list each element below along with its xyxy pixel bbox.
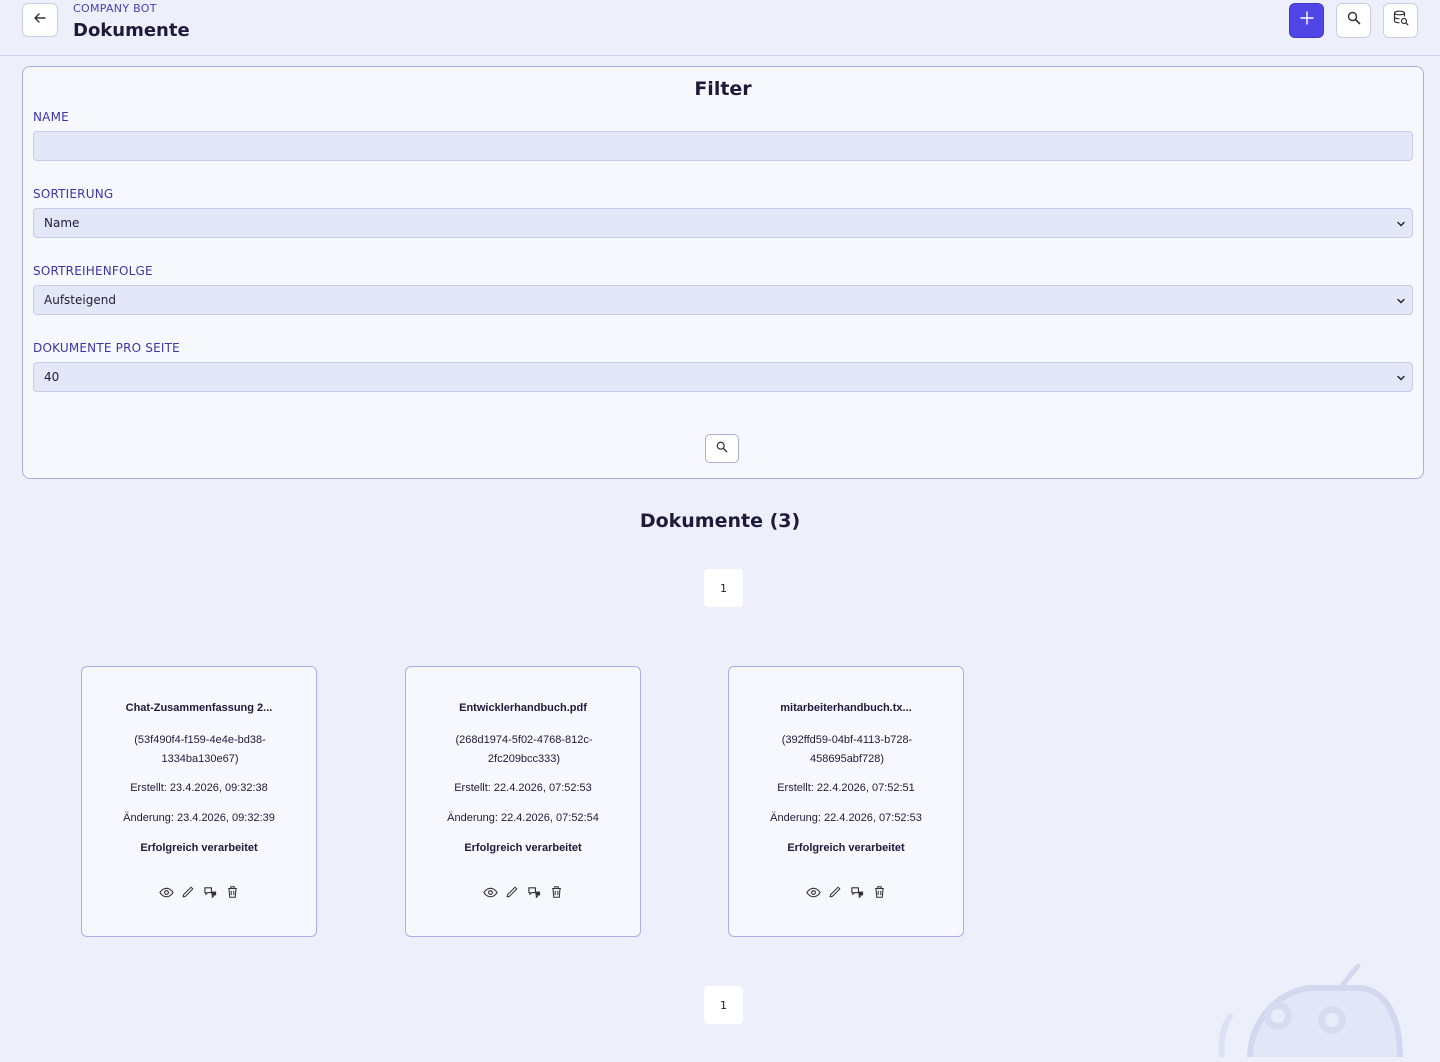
- pagination-bottom-page[interactable]: 1: [704, 986, 743, 1024]
- document-changed: Änderung: 22.4.2026, 07:52:54: [447, 812, 599, 824]
- eye-icon[interactable]: [482, 884, 498, 900]
- apply-filter-button[interactable]: [705, 434, 739, 463]
- eye-icon[interactable]: [805, 884, 821, 900]
- documents-heading: Dokumente (3): [639, 510, 801, 532]
- page-title: Dokumente: [73, 20, 190, 41]
- trash-icon[interactable]: [224, 884, 240, 900]
- document-changed: Änderung: 23.4.2026, 09:32:39: [123, 812, 275, 824]
- filter-panel: Filter NAME SORTIERUNG Name SORTREIHENFO…: [22, 66, 1424, 479]
- trash-icon[interactable]: [548, 884, 564, 900]
- order-select[interactable]: Aufsteigend: [33, 285, 1413, 315]
- chat-icon[interactable]: [526, 884, 542, 900]
- database-search-button[interactable]: [1383, 3, 1418, 38]
- document-name: Entwicklerhandbuch.pdf: [459, 702, 587, 714]
- document-name: mitarbeiterhandbuch.tx...: [780, 702, 912, 714]
- per-page-select[interactable]: 40: [33, 362, 1413, 392]
- document-created: Erstellt: 22.4.2026, 07:52:51: [777, 782, 915, 794]
- chat-icon[interactable]: [202, 884, 218, 900]
- document-id: (392ffd59-04bf-4113-b728-458695abf728): [781, 734, 913, 765]
- document-card[interactable]: Chat-Zusammenfassung 2... (53f490f4-f159…: [81, 666, 317, 937]
- chevron-down-icon: [1396, 372, 1406, 386]
- chevron-down-icon: [1396, 295, 1406, 309]
- plus-icon: [1299, 11, 1314, 30]
- database-search-icon: [1393, 10, 1409, 31]
- add-document-button[interactable]: [1289, 3, 1324, 38]
- sort-label: SORTIERUNG: [33, 187, 114, 201]
- search-button[interactable]: [1336, 3, 1371, 38]
- document-created: Erstellt: 23.4.2026, 09:32:38: [130, 782, 268, 794]
- document-id: (268d1974-5f02-4768-812c-2fc209bcc333): [455, 734, 593, 765]
- pencil-icon[interactable]: [504, 884, 520, 900]
- document-card[interactable]: mitarbeiterhandbuch.tx... (392ffd59-04bf…: [728, 666, 964, 937]
- chevron-down-icon: [1396, 218, 1406, 232]
- arrow-left-icon: [33, 11, 47, 30]
- order-select-value: Aufsteigend: [44, 293, 116, 307]
- search-icon: [716, 440, 728, 458]
- pencil-icon[interactable]: [827, 884, 843, 900]
- filter-title: Filter: [694, 78, 752, 100]
- pencil-icon[interactable]: [180, 884, 196, 900]
- document-created: Erstellt: 22.4.2026, 07:52:53: [454, 782, 592, 794]
- document-actions: [82, 884, 316, 900]
- sort-select[interactable]: Name: [33, 208, 1413, 238]
- document-status: Erfolgreich verarbeitet: [140, 842, 258, 854]
- per-page-select-value: 40: [44, 370, 60, 384]
- document-actions: [729, 884, 963, 900]
- order-label: SORTREIHENFOLGE: [33, 264, 153, 278]
- per-page-label: DOKUMENTE PRO SEITE: [33, 341, 180, 355]
- top-bar: COMPANY BOT Dokumente: [0, 0, 1440, 56]
- document-changed: Änderung: 22.4.2026, 07:52:53: [770, 812, 922, 824]
- trash-icon[interactable]: [871, 884, 887, 900]
- document-actions: [406, 884, 640, 900]
- robot-mascot-icon: [1210, 960, 1440, 1062]
- pagination-top-page[interactable]: 1: [704, 569, 743, 607]
- document-status: Erfolgreich verarbeitet: [787, 842, 905, 854]
- search-icon: [1347, 11, 1361, 30]
- sort-select-value: Name: [44, 216, 80, 230]
- document-status: Erfolgreich verarbeitet: [464, 842, 582, 854]
- document-name: Chat-Zusammenfassung 2...: [125, 702, 273, 714]
- name-label: NAME: [33, 110, 69, 124]
- back-button[interactable]: [22, 3, 58, 37]
- document-id: (53f490f4-f159-4e4e-bd38-1334ba130e67): [134, 734, 266, 765]
- eye-icon[interactable]: [158, 884, 174, 900]
- name-input[interactable]: [33, 131, 1413, 161]
- document-card[interactable]: Entwicklerhandbuch.pdf (268d1974-5f02-47…: [405, 666, 641, 937]
- app-eyebrow: COMPANY BOT: [73, 2, 157, 15]
- chat-icon[interactable]: [849, 884, 865, 900]
